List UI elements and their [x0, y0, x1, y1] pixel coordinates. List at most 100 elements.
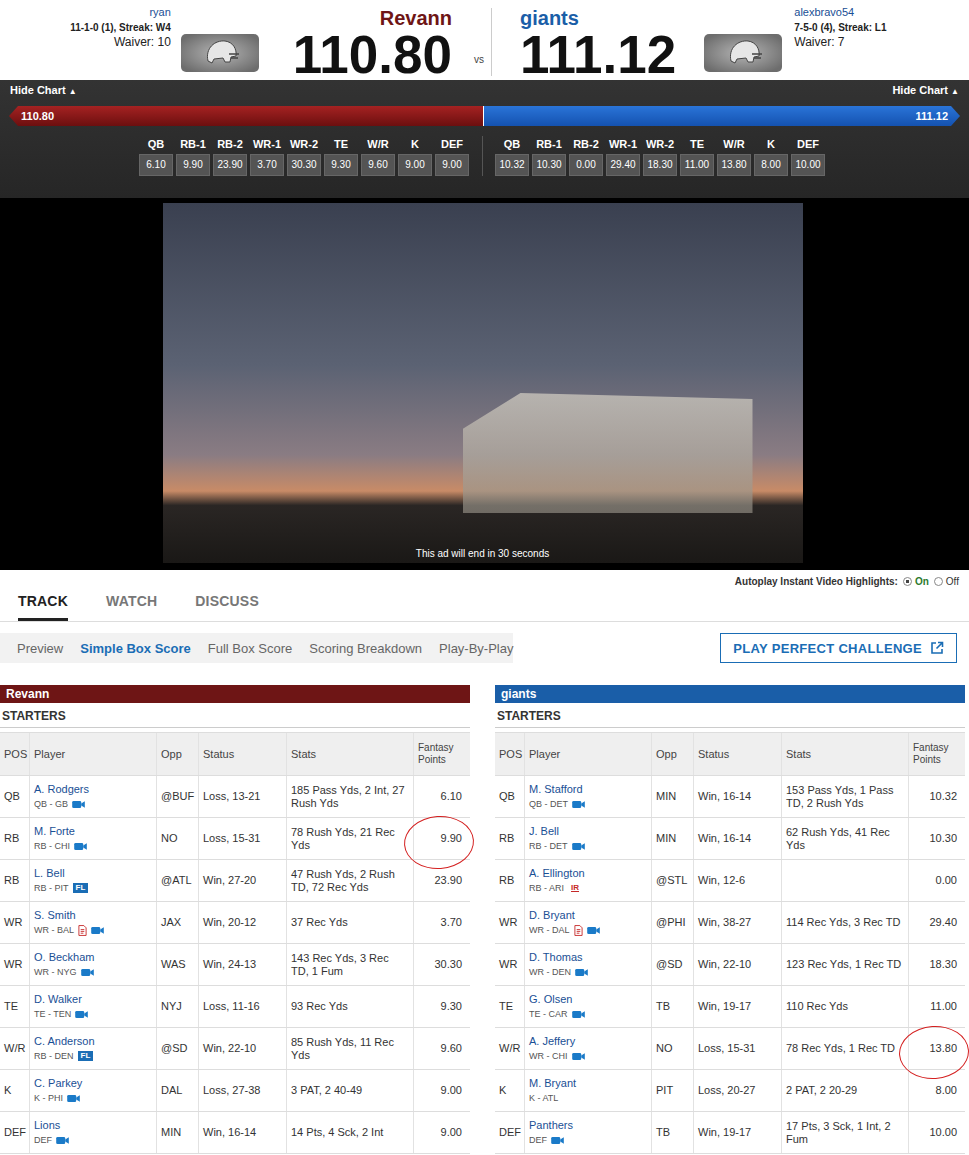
position-cell: TE9.30 [324, 136, 358, 176]
player-row: TED. WalkerTE - TENNYJLoss, 11-1693 Rec … [0, 986, 470, 1028]
video-camera-icon[interactable] [572, 800, 585, 809]
video-camera-icon[interactable] [67, 1094, 80, 1103]
radio-icon [903, 577, 912, 586]
opp-cell: @BUF [157, 776, 199, 817]
opp-cell: MIN [652, 818, 694, 859]
player-link[interactable]: D. Bryant [529, 909, 575, 921]
play-perfect-challenge-button[interactable]: PLAY PERFECT CHALLENGE [720, 633, 957, 663]
player-link[interactable]: D. Thomas [529, 951, 583, 963]
table-header: POSPlayerOppStatusStatsFantasy Points [0, 732, 470, 776]
player-row: W/RA. JefferyWR - CHINOLoss, 15-3178 Rec… [495, 1028, 965, 1070]
player-link[interactable]: C. Anderson [34, 1035, 95, 1047]
external-link-icon [930, 641, 944, 655]
column-header: Player [30, 733, 157, 775]
video-camera-icon[interactable] [91, 926, 104, 935]
opp-cell: PIT [652, 1070, 694, 1111]
player-link[interactable]: M. Bryant [529, 1077, 576, 1089]
sub-navigation: Preview Simple Box Score Full Box Score Sco… [0, 633, 969, 663]
player-link[interactable]: A. Ellington [529, 867, 585, 879]
position-cell: RB-110.30 [532, 136, 566, 176]
player-link[interactable]: O. Beckham [34, 951, 95, 963]
player-row: WRO. BeckhamWR - NYGWASWin, 24-13143 Rec… [0, 944, 470, 986]
note-icon[interactable] [78, 925, 87, 936]
player-link[interactable]: L. Bell [34, 867, 65, 879]
pos-cell: K [0, 1070, 30, 1111]
ad-video[interactable]: This ad will end in 30 seconds [163, 203, 803, 563]
position-label: WR-1 [250, 136, 284, 152]
video-camera-icon[interactable] [551, 1136, 564, 1145]
player-row: W/RC. AndersonRB - DENFL@SDWin, 22-1085 … [0, 1028, 470, 1070]
player-link[interactable]: M. Stafford [529, 783, 583, 795]
points-cell: 9.30 [414, 986, 470, 1027]
stats-cell: 153 Pass Yds, 1 Pass TD, 2 Rush Yds [782, 776, 909, 817]
player-link[interactable]: Panthers [529, 1119, 573, 1131]
subtab[interactable]: Play-By-Play [439, 641, 513, 656]
status-badge: IR [568, 883, 582, 893]
subtab[interactable]: Full Box Score [208, 641, 293, 656]
player-link[interactable]: G. Olsen [529, 993, 572, 1005]
player-team: TE - TEN [34, 1008, 71, 1021]
pos-cell: WR [495, 902, 525, 943]
stats-cell: 14 Pts, 4 Sck, 2 Int [287, 1112, 414, 1153]
player-row: RBL. BellRB - PITFL@ATLWin, 27-2047 Rush… [0, 860, 470, 902]
autoplay-radio[interactable]: On [903, 576, 929, 587]
owner-link[interactable]: alexbravo54 [794, 6, 854, 18]
subtab[interactable]: Scoring Breakdown [309, 641, 422, 656]
team-header: Revann [0, 685, 470, 703]
video-camera-icon[interactable] [572, 1010, 585, 1019]
column-header: Opp [157, 733, 199, 775]
points-cell: 9.90 [414, 818, 470, 859]
player-cell: A. RodgersQB - GB [30, 776, 157, 817]
autoplay-radio[interactable]: Off [934, 576, 959, 587]
video-camera-icon[interactable] [56, 1136, 69, 1145]
player-link[interactable]: Lions [34, 1119, 60, 1131]
video-camera-icon[interactable] [72, 800, 85, 809]
position-value: 29.40 [606, 154, 640, 176]
pos-cell: RB [0, 818, 30, 859]
player-link[interactable]: A. Rodgers [34, 783, 89, 795]
owner-link[interactable]: ryan [149, 6, 170, 18]
status-badge: FL [73, 883, 89, 893]
tab[interactable]: WATCH [106, 593, 157, 621]
owner-record: 11-1-0 (1), Streak: W4 [70, 20, 171, 35]
opp-cell: @STL [652, 860, 694, 901]
video-camera-icon[interactable] [74, 842, 87, 851]
position-value: 3.70 [250, 154, 284, 176]
hide-chart-button[interactable]: Hide Chart ▲ [888, 82, 963, 98]
note-icon[interactable] [574, 925, 583, 936]
player-link[interactable]: S. Smith [34, 909, 76, 921]
video-camera-icon[interactable] [75, 1010, 88, 1019]
pos-cell: DEF [495, 1112, 525, 1153]
pos-cell: RB [495, 860, 525, 901]
column-header: Stats [782, 733, 909, 775]
status-cell: Win, 38-27 [694, 902, 782, 943]
player-cell: A. EllingtonRB - ARIIR [525, 860, 652, 901]
player-link[interactable]: M. Forte [34, 825, 75, 837]
pos-cell: WR [0, 944, 30, 985]
video-camera-icon[interactable] [81, 968, 94, 977]
position-value: 30.30 [287, 154, 321, 176]
player-link[interactable]: D. Walker [34, 993, 82, 1005]
video-camera-icon[interactable] [572, 842, 585, 851]
stats-cell: 78 Rec Yds, 1 Rec TD [782, 1028, 909, 1069]
owner-info: ryan11-1-0 (1), Streak: W4Waiver: 10 [70, 0, 171, 50]
player-team: WR - DEN [529, 966, 571, 979]
video-camera-icon[interactable] [572, 1052, 585, 1061]
hide-chart-button[interactable]: Hide Chart ▲ [6, 82, 81, 98]
tab[interactable]: DISCUSS [195, 593, 259, 621]
player-row: KC. ParkeyK - PHIDALLoss, 27-383 PAT, 2 … [0, 1070, 470, 1112]
video-camera-icon[interactable] [575, 968, 588, 977]
tab[interactable]: TRACK [18, 593, 68, 621]
subtab[interactable]: Simple Box Score [80, 641, 191, 656]
player-link[interactable]: C. Parkey [34, 1077, 82, 1089]
player-link[interactable]: J. Bell [529, 825, 559, 837]
video-camera-icon[interactable] [587, 926, 600, 935]
stats-cell: 110 Rec Yds [782, 986, 909, 1027]
helmet-icon [181, 34, 259, 72]
ad-ground [463, 393, 753, 513]
points-cell: 10.30 [909, 818, 965, 859]
points-cell: 13.80 [909, 1028, 965, 1069]
player-link[interactable]: A. Jeffery [529, 1035, 575, 1047]
subtab[interactable]: Preview [17, 641, 63, 656]
subtabs: Preview Simple Box Score Full Box Score Sco… [0, 633, 513, 663]
